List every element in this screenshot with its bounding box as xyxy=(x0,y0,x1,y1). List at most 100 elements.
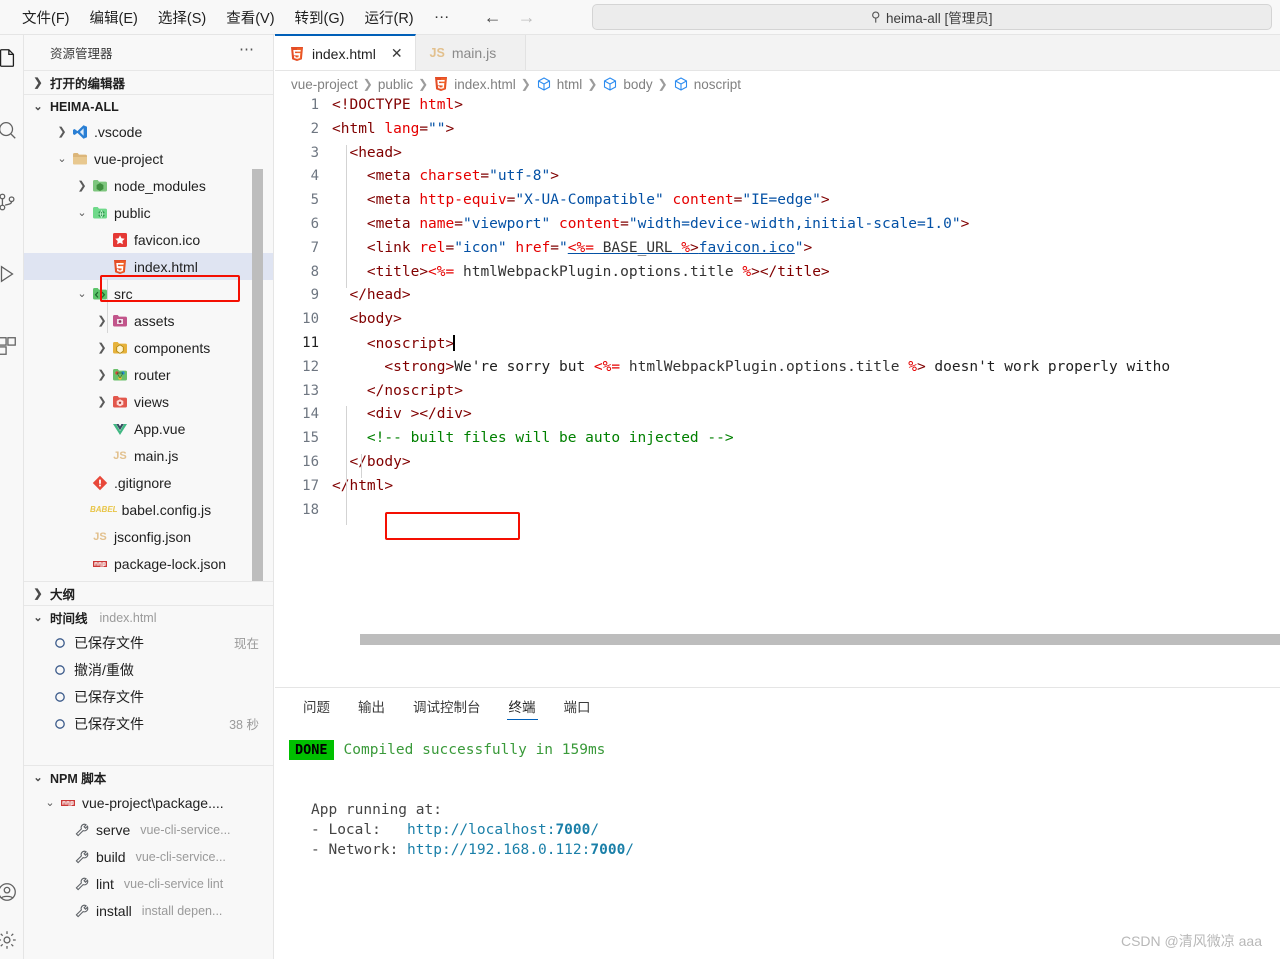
close-icon[interactable]: ✕ xyxy=(391,45,403,62)
tree-item-views[interactable]: ❯ views xyxy=(24,388,273,415)
tree-item-components[interactable]: ❯ components xyxy=(24,334,273,361)
sidebar-more-button[interactable]: ⋯ xyxy=(239,40,255,66)
panel-tab-label: 输出 xyxy=(358,700,385,715)
panel-tab-0[interactable]: 问题 xyxy=(289,688,344,724)
section-npm-scripts[interactable]: ⌄ NPM 脚本 xyxy=(24,765,273,789)
terminal-output[interactable]: DONE Compiled successfully in 159ms App r… xyxy=(275,724,1280,860)
explorer-icon[interactable] xyxy=(0,41,23,75)
chevron-right-icon[interactable]: ❯ xyxy=(94,395,110,408)
panel-tab-label: 调试控制台 xyxy=(413,700,481,715)
breadcrumb-item-index-html[interactable]: index.html xyxy=(433,76,516,92)
menu-select[interactable]: 选择(S) xyxy=(150,4,214,31)
chevron-down-icon[interactable]: ⌄ xyxy=(42,796,58,809)
section-open-editors[interactable]: ❯ 打开的编辑器 xyxy=(24,70,273,94)
gear-icon[interactable] xyxy=(0,923,23,957)
npm-script-install[interactable]: install install depen... xyxy=(24,897,273,924)
tree-item-public[interactable]: ⌄ public xyxy=(24,199,273,226)
chevron-right-icon[interactable]: ❯ xyxy=(94,341,110,354)
tree-item-package-lock-json[interactable]: package-lock.json xyxy=(24,550,273,577)
breadcrumb-item-noscript[interactable]: noscript xyxy=(673,76,741,92)
section-timeline[interactable]: ⌄ 时间线 index.html xyxy=(24,605,273,629)
back-arrow-icon[interactable]: ← xyxy=(484,8,502,26)
breadcrumb-item-body[interactable]: body xyxy=(602,76,653,92)
extensions-icon[interactable] xyxy=(0,329,23,363)
forward-arrow-icon[interactable]: → xyxy=(518,8,536,26)
code-line-text: <noscript> xyxy=(366,334,455,352)
menu-file[interactable]: 文件(F) xyxy=(14,4,78,31)
terminal-line-network: - Network: http://192.168.0.112:7000/ xyxy=(289,840,1280,860)
tree-item-label: src xyxy=(114,285,133,302)
account-icon[interactable] xyxy=(0,875,23,909)
chevron-down-icon[interactable]: ⌄ xyxy=(74,287,90,300)
line-number: 10 xyxy=(302,311,319,328)
timeline-item[interactable]: 撤消/重做 xyxy=(24,656,273,683)
timeline-item-label: 已保存文件 xyxy=(74,634,144,651)
code-line-text: <title><%= htmlWebpackPlugin.options.tit… xyxy=(366,263,830,280)
code-line-13: 13 </noscript> xyxy=(275,383,1280,407)
tab-main-js[interactable]: JS main.js xyxy=(415,35,526,70)
timeline-item[interactable]: 已保存文件 38 秒 xyxy=(24,710,273,737)
tree-item--gitignore[interactable]: .gitignore xyxy=(24,469,273,496)
tab-label: index.html xyxy=(312,45,376,62)
indent-guide xyxy=(361,454,362,478)
breadcrumb-item-html[interactable]: html xyxy=(536,76,582,92)
menu-view[interactable]: 查看(V) xyxy=(218,4,282,31)
tree-item--vscode[interactable]: ❯ .vscode xyxy=(24,118,273,145)
code-editor[interactable]: 1 <!DOCTYPE html> 2 <html lang=""> 3 <head> 4… xyxy=(275,97,1280,662)
search-icon[interactable] xyxy=(0,113,23,147)
tree-item-src[interactable]: ⌄ src xyxy=(24,280,273,307)
panel-tab-4[interactable]: 端口 xyxy=(550,688,605,724)
npm-package-row[interactable]: ⌄ vue-project\package.... xyxy=(24,789,273,816)
chevron-right-icon[interactable]: ❯ xyxy=(54,125,70,138)
section-outline[interactable]: ❯ 大纲 xyxy=(24,581,273,605)
timeline-item-time: 38 秒 xyxy=(229,718,259,732)
tree-item-label: components xyxy=(134,339,211,356)
symbol-cube-icon xyxy=(602,76,618,92)
network-url[interactable]: http://192.168.0.112:7000/ xyxy=(407,842,634,858)
section-workspace[interactable]: ⌄ HEIMA-ALL xyxy=(24,94,273,118)
editor-horizontal-scrollbar[interactable] xyxy=(360,634,1280,645)
chevron-right-icon[interactable]: ❯ xyxy=(74,179,90,192)
run-debug-icon[interactable] xyxy=(0,257,23,291)
code-line-7: 7 <link rel="icon" href="<%= BASE_URL %>… xyxy=(275,240,1280,264)
tree-item-index-html[interactable]: index.html xyxy=(24,253,273,280)
tree-item-router[interactable]: ❯ router xyxy=(24,361,273,388)
tree-item-assets[interactable]: ❯ assets xyxy=(24,307,273,334)
tree-item-main-js[interactable]: JS main.js xyxy=(24,442,273,469)
tree-item-vue-project[interactable]: ⌄ vue-project xyxy=(24,145,273,172)
npm-script-build[interactable]: build vue-cli-service... xyxy=(24,843,273,870)
tree-item-app-vue[interactable]: App.vue xyxy=(24,415,273,442)
line-number: 16 xyxy=(302,453,319,470)
navigation-arrows: ← → xyxy=(484,8,536,26)
panel-tab-2[interactable]: 调试控制台 xyxy=(399,688,495,724)
panel-tab-3[interactable]: 终端 xyxy=(495,688,550,724)
menu-goto[interactable]: 转到(G) xyxy=(287,4,353,31)
timeline-item[interactable]: 已保存文件 现在 xyxy=(24,629,273,656)
npm-script-serve[interactable]: serve vue-cli-service... xyxy=(24,816,273,843)
search-icon: ⚲ xyxy=(871,9,881,24)
npm-script-lint[interactable]: lint vue-cli-service lint xyxy=(24,870,273,897)
sidebar-scrollbar[interactable] xyxy=(252,169,263,581)
tree-item-jsconfig-json[interactable]: JS jsconfig.json xyxy=(24,523,273,550)
tab-index-html[interactable]: index.html ✕ xyxy=(275,34,416,70)
tree-item-node-modules[interactable]: ❯ node_modules xyxy=(24,172,273,199)
chevron-down-icon[interactable]: ⌄ xyxy=(54,152,70,165)
folder-open-icon xyxy=(70,151,90,167)
breadcrumb-item-vue-project[interactable]: vue-project xyxy=(291,77,358,92)
timeline-item[interactable]: 已保存文件 xyxy=(24,683,273,710)
menu-edit[interactable]: 编辑(E) xyxy=(82,4,146,31)
chevron-down-icon[interactable]: ⌄ xyxy=(74,206,90,219)
command-search-bar[interactable]: ⚲ heima-all [管理员] xyxy=(592,4,1272,30)
menu-more-button[interactable]: … xyxy=(426,5,462,30)
tree-item-favicon-ico[interactable]: favicon.ico xyxy=(24,226,273,253)
html5-icon xyxy=(433,76,449,92)
breadcrumb-item-public[interactable]: public xyxy=(378,77,413,92)
menu-run[interactable]: 运行(R) xyxy=(356,4,421,31)
breadcrumb-label: noscript xyxy=(693,76,741,92)
source-control-icon[interactable] xyxy=(0,185,23,219)
local-url[interactable]: http://localhost:7000/ xyxy=(407,822,599,838)
npm-script-name: serve xyxy=(96,821,131,838)
chevron-right-icon[interactable]: ❯ xyxy=(94,368,110,381)
panel-tab-1[interactable]: 输出 xyxy=(344,688,399,724)
tree-item-babel-config-js[interactable]: BABEL babel.config.js xyxy=(24,496,273,523)
